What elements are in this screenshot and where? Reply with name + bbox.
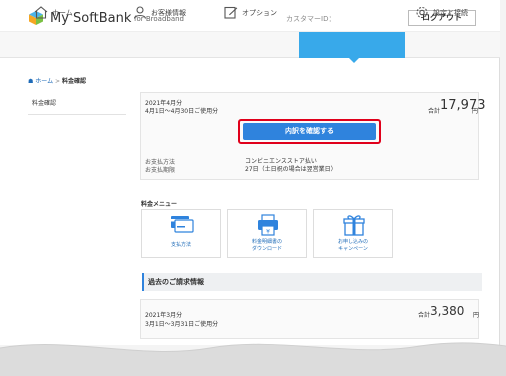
nav-item-options[interactable]: オプション [224,0,294,26]
view-breakdown-button[interactable]: 内訳を確認する [243,123,376,140]
payment-due-label: お支払期限 [145,167,176,174]
nav-active-highlight [299,32,405,58]
yen-icon [325,6,339,19]
menu-tile-label-line1: 料金明細書の [251,239,282,245]
sidebar-title[interactable]: 料金確認 [28,93,126,115]
printer-icon: ¥ [258,214,278,236]
gear-icon [416,6,428,19]
past-billing-section-title: 過去のご請求情報 [142,273,482,291]
total-amount: 17,973 [440,98,486,113]
breadcrumb: ☗ ホーム > 料金確認 [28,76,86,85]
person-icon [133,6,147,19]
nav-item-customer-info[interactable]: お客様情報 [133,0,213,26]
past-currency-unit: 円 [473,312,480,319]
menu-tile-label-line2: ダウンロード [251,246,282,252]
nav-item-billing[interactable]: 料金確認 [325,0,395,26]
nav-item-settings[interactable]: 設定と接続 [415,0,490,26]
bill-usage-range: 4月1日～4月30日ご使用分 [145,108,219,115]
svg-text:¥: ¥ [266,229,270,236]
menu-tile-label-line2: キャンペーン [338,246,368,252]
nav-active-pointer [349,58,359,63]
payment-due-value: 27日（土日祝の場合は翌営業日） [245,166,337,173]
nav-item-label: オプション [242,9,277,17]
menu-tile-label: 支払方法 [170,242,191,248]
nav-item-home[interactable]: ホーム [34,0,104,26]
nav-item-label: ホーム [52,9,73,17]
breadcrumb-separator: > [55,78,61,85]
past-bill-usage-range: 3月1日～3月31日ご使用分 [145,321,219,328]
past-bill-month: 2021年3月分 [145,312,183,319]
past-total-amount: 3,380 [430,304,465,318]
past-total-label: 合計 [418,312,431,319]
menu-tile-statement-download[interactable]: ¥ 料金明細書の ダウンロード [227,209,307,258]
gift-icon [343,215,365,236]
menu-tile-label-line1: お申し込みの [337,239,368,245]
billing-menu-title: 料金メニュー [141,201,178,208]
menu-tile-campaigns[interactable]: お申し込みの キャンペーン [313,209,393,258]
currency-unit: 円 [472,108,479,115]
menu-tile-payment-method[interactable]: 支払方法 [141,209,221,258]
card-icon [171,216,194,233]
nav-item-label: お客様情報 [151,9,186,17]
nav-item-label: 料金確認 [343,9,371,17]
edit-icon [224,6,238,19]
nav-item-label: 設定と接続 [433,9,468,17]
home-icon [34,6,48,19]
total-label: 合計 [428,108,441,115]
global-nav [0,32,500,58]
torn-edge-decoration [0,342,506,376]
breadcrumb-home-link[interactable]: ☗ ホーム [28,78,53,85]
breadcrumb-current: 料金確認 [62,78,87,85]
